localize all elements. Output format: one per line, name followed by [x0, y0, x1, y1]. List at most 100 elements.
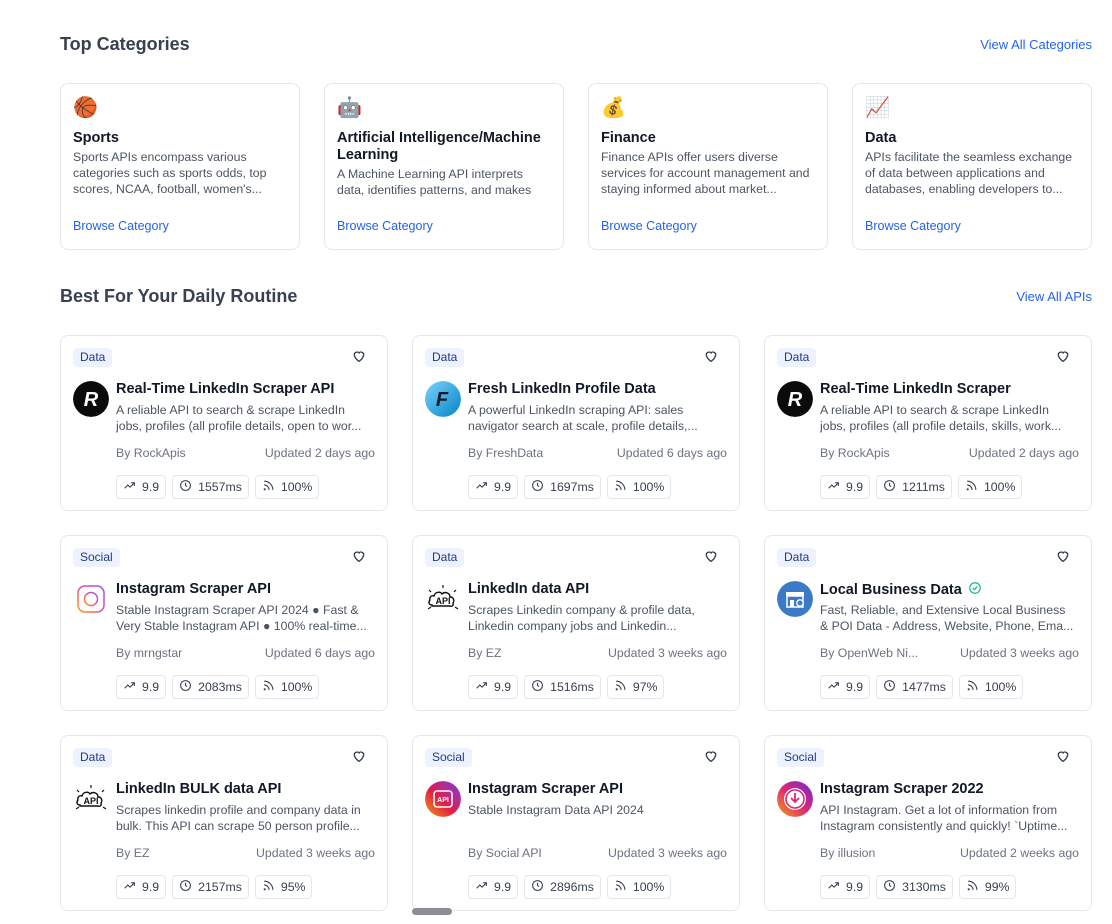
- latency-value: 1697ms: [550, 480, 594, 494]
- latency-value: 2157ms: [198, 880, 242, 894]
- freshdata-logo: F: [425, 381, 461, 417]
- api-card[interactable]: Data R Real-Time LinkedIn Scraper API A rel…: [60, 335, 388, 511]
- category-card-sports[interactable]: 🏀 Sports Sports APIs encompass various c…: [60, 83, 300, 250]
- api-card[interactable]: Data F Fresh LinkedIn Profile Data A powerf…: [412, 335, 740, 511]
- popularity-value: 9.9: [846, 680, 864, 694]
- category-card-data[interactable]: 📈 Data APIs facilitate the seamless exch…: [852, 83, 1092, 250]
- api-provider[interactable]: By illusion: [820, 846, 875, 860]
- trending-up-icon: [827, 879, 840, 895]
- api-description-line: Stable Instagram Data API 2024: [468, 803, 644, 817]
- heart-icon[interactable]: [351, 748, 367, 764]
- api-provider[interactable]: By RockApis: [820, 446, 890, 460]
- heart-icon[interactable]: [351, 348, 367, 364]
- api-description-line: A reliable API to search & scrape Linked…: [116, 403, 345, 417]
- clock-icon: [179, 479, 192, 495]
- api-card[interactable]: Data Local Business Data Fast, Reliable, a…: [764, 535, 1092, 711]
- api-card[interactable]: Data R Real-Time LinkedIn Scraper A reliabl…: [764, 335, 1092, 511]
- api-description-line: navigator search at scale, profile detai…: [468, 419, 698, 433]
- api-card[interactable]: Social API Instagram Scraper API Stable Ins…: [412, 735, 740, 911]
- success-rate-value: 100%: [632, 880, 665, 894]
- api-provider[interactable]: By mrngstar: [116, 646, 182, 660]
- category-description: APIs facilitate the seamless exchange of…: [865, 150, 1073, 196]
- success-rate-value: 97%: [632, 680, 658, 694]
- heart-icon[interactable]: [1055, 348, 1071, 364]
- trending-up-icon: [475, 679, 488, 695]
- api-name[interactable]: LinkedIn BULK data API: [116, 781, 281, 797]
- popularity-value: 9.9: [846, 480, 864, 494]
- api-name[interactable]: Local Business Data: [820, 581, 982, 599]
- robot-icon: 🤖: [337, 97, 362, 119]
- api-name[interactable]: Real-Time LinkedIn Scraper API: [116, 381, 334, 397]
- api-provider[interactable]: By RockApis: [116, 446, 186, 460]
- category-tag: Social: [73, 548, 120, 567]
- api-provider[interactable]: By EZ: [116, 846, 149, 860]
- view-all-categories-link[interactable]: View All Categories: [980, 37, 1092, 52]
- api-name-text: Instagram Scraper API: [116, 581, 271, 597]
- trending-up-icon: [827, 679, 840, 695]
- api-name[interactable]: Fresh LinkedIn Profile Data: [468, 381, 656, 397]
- clock-icon: [883, 679, 896, 695]
- latency-metric: 1697ms: [524, 475, 601, 499]
- popularity-metric: 9.9: [820, 475, 871, 499]
- success-rate-metric: 99%: [958, 875, 1017, 899]
- horizontal-scrollbar-thumb[interactable]: [412, 908, 452, 915]
- api-description-line: Instagram consistently and quickly! `Upt…: [820, 819, 1068, 833]
- browse-category-link[interactable]: Browse Category: [337, 219, 433, 233]
- browse-category-link[interactable]: Browse Category: [601, 219, 697, 233]
- signal-icon: [614, 679, 627, 695]
- category-card-ai-ml[interactable]: 🤖 Artificial Intelligence/Machine Learni…: [324, 83, 564, 250]
- api-name-text: Instagram Scraper 2022: [820, 781, 984, 797]
- api-metrics: 9.9 3130ms 99%: [820, 875, 1017, 899]
- category-card-finance[interactable]: 💰 Finance Finance APIs offer users diver…: [588, 83, 828, 250]
- api-metrics: 9.9 1557ms 100%: [116, 475, 320, 499]
- api-card[interactable]: Social Instagram Scraper API Stable Instag…: [60, 535, 388, 711]
- api-updated: Updated 2 days ago: [968, 446, 1079, 460]
- api-updated: Updated 2 days ago: [264, 446, 375, 460]
- api-name[interactable]: Instagram Scraper API: [116, 581, 271, 597]
- api-provider[interactable]: By Social API: [468, 846, 542, 860]
- popularity-value: 9.9: [142, 880, 160, 894]
- api-name[interactable]: LinkedIn data API: [468, 581, 589, 597]
- svg-text:API: API: [437, 797, 449, 804]
- api-name[interactable]: Real-Time LinkedIn Scraper: [820, 381, 1011, 397]
- api-name[interactable]: Instagram Scraper 2022: [820, 781, 984, 797]
- category-tag: Data: [73, 348, 113, 367]
- popularity-value: 9.9: [494, 880, 512, 894]
- api-name-text: Instagram Scraper API: [468, 781, 623, 797]
- api-description: A reliable API to search & scrape Linked…: [116, 402, 375, 434]
- api-cloud-logo: API: [73, 781, 109, 817]
- success-rate-metric: 100%: [957, 475, 1023, 499]
- category-tag: Social: [777, 748, 824, 767]
- heart-icon[interactable]: [1055, 548, 1071, 564]
- heart-icon[interactable]: [703, 548, 719, 564]
- latency-value: 1477ms: [902, 680, 946, 694]
- signal-icon: [262, 879, 275, 895]
- api-name-text: Local Business Data: [820, 582, 962, 598]
- api-provider[interactable]: By EZ: [468, 646, 501, 660]
- category-title: Data: [865, 130, 897, 146]
- popularity-value: 9.9: [494, 680, 512, 694]
- heart-icon[interactable]: [351, 548, 367, 564]
- api-card-grid: Data R Real-Time LinkedIn Scraper API A rel…: [60, 335, 1092, 911]
- api-cloud-logo: API: [425, 581, 461, 617]
- api-description: Scrapes Linkedin company & profile data,…: [468, 602, 727, 634]
- clock-icon: [883, 879, 896, 895]
- success-rate-value: 95%: [280, 880, 306, 894]
- api-description-line: bulk. This API can scrape 50 person prof…: [116, 819, 360, 833]
- heart-icon[interactable]: [703, 748, 719, 764]
- browse-category-link[interactable]: Browse Category: [865, 219, 961, 233]
- view-all-apis-link[interactable]: View All APIs: [1016, 289, 1092, 304]
- heart-icon[interactable]: [1055, 748, 1071, 764]
- latency-value: 1557ms: [198, 480, 242, 494]
- success-rate-value: 100%: [280, 680, 313, 694]
- api-card[interactable]: Social Instagram Scraper 2022 API Instagra…: [764, 735, 1092, 911]
- category-title: Sports: [73, 130, 119, 146]
- money-bag-icon: 💰: [601, 97, 626, 119]
- api-card[interactable]: Data API LinkedIn BULK data API Scrapes lin…: [60, 735, 388, 911]
- browse-category-link[interactable]: Browse Category: [73, 219, 169, 233]
- api-name[interactable]: Instagram Scraper API: [468, 781, 623, 797]
- heart-icon[interactable]: [703, 348, 719, 364]
- api-provider[interactable]: By FreshData: [468, 446, 543, 460]
- api-card[interactable]: Data API LinkedIn data API Scrapes Linkedin…: [412, 535, 740, 711]
- api-provider[interactable]: By OpenWeb Ni...: [820, 646, 918, 660]
